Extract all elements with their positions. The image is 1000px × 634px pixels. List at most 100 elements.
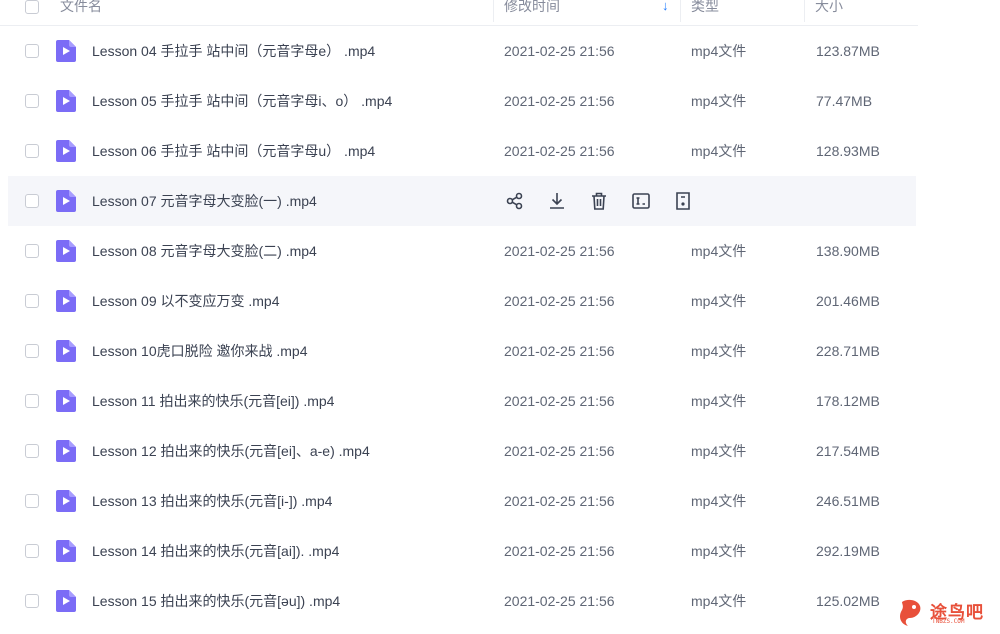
rename-icon[interactable] <box>630 190 652 212</box>
file-name[interactable]: Lesson 07 元音字母大变脸(一) .mp4 <box>92 176 317 226</box>
trash-icon[interactable] <box>588 190 610 212</box>
file-modified-date: 2021-02-25 21:56 <box>504 593 615 609</box>
video-file-icon <box>56 140 76 162</box>
table-row[interactable]: Lesson 15 拍出来的快乐(元音[əu]) .mp4 2021-02-25 … <box>8 576 916 626</box>
column-header-size[interactable]: 大小 <box>815 0 843 25</box>
file-type: mp4文件 <box>691 243 747 259</box>
share-icon[interactable] <box>504 190 526 212</box>
file-size: 128.93MB <box>816 143 880 159</box>
video-file-icon <box>56 190 76 212</box>
video-file-icon <box>56 340 76 362</box>
column-header-type[interactable]: 类型 <box>691 0 719 25</box>
file-type: mp4文件 <box>691 593 747 609</box>
row-checkbox[interactable] <box>25 244 39 258</box>
file-size: 292.19MB <box>816 543 880 559</box>
row-checkbox[interactable] <box>25 94 39 108</box>
file-size: 125.02MB <box>816 593 880 609</box>
watermark-subtext: TNBZS.COM <box>932 618 965 625</box>
row-checkbox[interactable] <box>25 144 39 158</box>
table-row[interactable]: Lesson 11 拍出来的快乐(元音[ei]) .mp4 2021-02-25 … <box>8 376 916 426</box>
video-file-icon <box>56 40 76 62</box>
file-type: mp4文件 <box>691 493 747 509</box>
file-name[interactable]: Lesson 04 手拉手 站中间（元音字母e） .mp4 <box>92 26 375 76</box>
row-checkbox[interactable] <box>25 544 39 558</box>
video-file-icon <box>56 90 76 112</box>
video-file-icon <box>56 540 76 562</box>
row-checkbox[interactable] <box>25 44 39 58</box>
column-header-date[interactable]: 修改时间 <box>504 0 560 25</box>
table-row[interactable]: Lesson 13 拍出来的快乐(元音[i-]) .mp4 2021-02-25 … <box>8 476 916 526</box>
file-name[interactable]: Lesson 09 以不变应万变 .mp4 <box>92 276 280 326</box>
table-row[interactable]: Lesson 07 元音字母大变脸(一) .mp4 <box>8 176 916 226</box>
file-modified-date: 2021-02-25 21:56 <box>504 343 615 359</box>
video-file-icon <box>56 390 76 412</box>
file-modified-date: 2021-02-25 21:56 <box>504 143 615 159</box>
file-size: 217.54MB <box>816 443 880 459</box>
download-icon[interactable] <box>546 190 568 212</box>
row-checkbox[interactable] <box>25 394 39 408</box>
table-row[interactable]: Lesson 06 手拉手 站中间（元音字母u） .mp4 2021-02-25 … <box>8 126 916 176</box>
file-name[interactable]: Lesson 10虎口脱险 邀你来战 .mp4 <box>92 326 308 376</box>
row-checkbox[interactable] <box>25 494 39 508</box>
file-name[interactable]: Lesson 05 手拉手 站中间（元音字母i、o） .mp4 <box>92 76 392 126</box>
table-row[interactable]: Lesson 08 元音字母大变脸(二) .mp4 2021-02-25 21:5… <box>8 226 916 276</box>
video-file-icon <box>56 490 76 512</box>
column-divider[interactable] <box>493 0 494 22</box>
row-checkbox[interactable] <box>25 344 39 358</box>
row-checkbox[interactable] <box>25 194 39 208</box>
column-header-name[interactable]: 文件名 <box>60 0 102 25</box>
file-name[interactable]: Lesson 13 拍出来的快乐(元音[i-]) .mp4 <box>92 476 332 526</box>
file-name[interactable]: Lesson 12 拍出来的快乐(元音[ei]、a-e) .mp4 <box>92 426 370 476</box>
row-checkbox[interactable] <box>25 294 39 308</box>
file-type: mp4文件 <box>691 393 747 409</box>
file-name[interactable]: Lesson 15 拍出来的快乐(元音[əu]) .mp4 <box>92 576 340 626</box>
video-file-icon <box>56 440 76 462</box>
row-checkbox[interactable] <box>25 594 39 608</box>
file-type: mp4文件 <box>691 93 747 109</box>
watermark-bird-icon <box>900 599 921 626</box>
file-type: mp4文件 <box>691 293 747 309</box>
right-panel-blank <box>918 0 1000 634</box>
file-type: mp4文件 <box>691 443 747 459</box>
file-size: 246.51MB <box>816 493 880 509</box>
table-row[interactable]: Lesson 09 以不变应万变 .mp4 2021-02-25 21:56 mp4… <box>8 276 916 326</box>
column-divider[interactable] <box>680 0 681 22</box>
file-size: 201.46MB <box>816 293 880 309</box>
video-file-icon <box>56 290 76 312</box>
file-modified-date: 2021-02-25 21:56 <box>504 93 615 109</box>
file-size: 123.87MB <box>816 43 880 59</box>
file-modified-date: 2021-02-25 21:56 <box>504 293 615 309</box>
table-row[interactable]: Lesson 10虎口脱险 邀你来战 .mp4 2021-02-25 21:56 m… <box>8 326 916 376</box>
file-type: mp4文件 <box>691 543 747 559</box>
file-size: 178.12MB <box>816 393 880 409</box>
file-size: 228.71MB <box>816 343 880 359</box>
row-checkbox[interactable] <box>25 444 39 458</box>
video-file-icon <box>56 240 76 262</box>
file-size: 138.90MB <box>816 243 880 259</box>
file-name[interactable]: Lesson 06 手拉手 站中间（元音字母u） .mp4 <box>92 126 375 176</box>
file-modified-date: 2021-02-25 21:56 <box>504 543 615 559</box>
video-file-icon <box>56 590 76 612</box>
file-modified-date: 2021-02-25 21:56 <box>504 243 615 259</box>
file-detail-icon[interactable] <box>672 190 694 212</box>
file-modified-date: 2021-02-25 21:56 <box>504 393 615 409</box>
column-divider[interactable] <box>804 0 805 22</box>
file-modified-date: 2021-02-25 21:56 <box>504 493 615 509</box>
sort-desc-icon[interactable]: ↓ <box>662 0 669 20</box>
file-modified-date: 2021-02-25 21:56 <box>504 443 615 459</box>
file-name[interactable]: Lesson 14 拍出来的快乐(元音[ai]). .mp4 <box>92 526 339 576</box>
table-row[interactable]: Lesson 04 手拉手 站中间（元音字母e） .mp4 2021-02-25 … <box>8 26 916 76</box>
file-name[interactable]: Lesson 11 拍出来的快乐(元音[ei]) .mp4 <box>92 376 334 426</box>
file-name[interactable]: Lesson 08 元音字母大变脸(二) .mp4 <box>92 226 317 276</box>
select-all-checkbox[interactable] <box>25 0 39 14</box>
file-type: mp4文件 <box>691 343 747 359</box>
file-modified-date: 2021-02-25 21:56 <box>504 43 615 59</box>
file-type: mp4文件 <box>691 43 747 59</box>
file-size: 77.47MB <box>816 93 873 109</box>
table-row[interactable]: Lesson 12 拍出来的快乐(元音[ei]、a-e) .mp4 2021-02… <box>8 426 916 476</box>
table-row[interactable]: Lesson 14 拍出来的快乐(元音[ai]). .mp4 2021-02-25… <box>8 526 916 576</box>
watermark: 途鸟吧 TNBZS.COM <box>898 596 994 630</box>
file-list-header: 文件名 修改时间 ↓ 类型 大小 <box>0 0 918 26</box>
table-row[interactable]: Lesson 05 手拉手 站中间（元音字母i、o） .mp4 2021-02-2… <box>8 76 916 126</box>
file-type: mp4文件 <box>691 143 747 159</box>
